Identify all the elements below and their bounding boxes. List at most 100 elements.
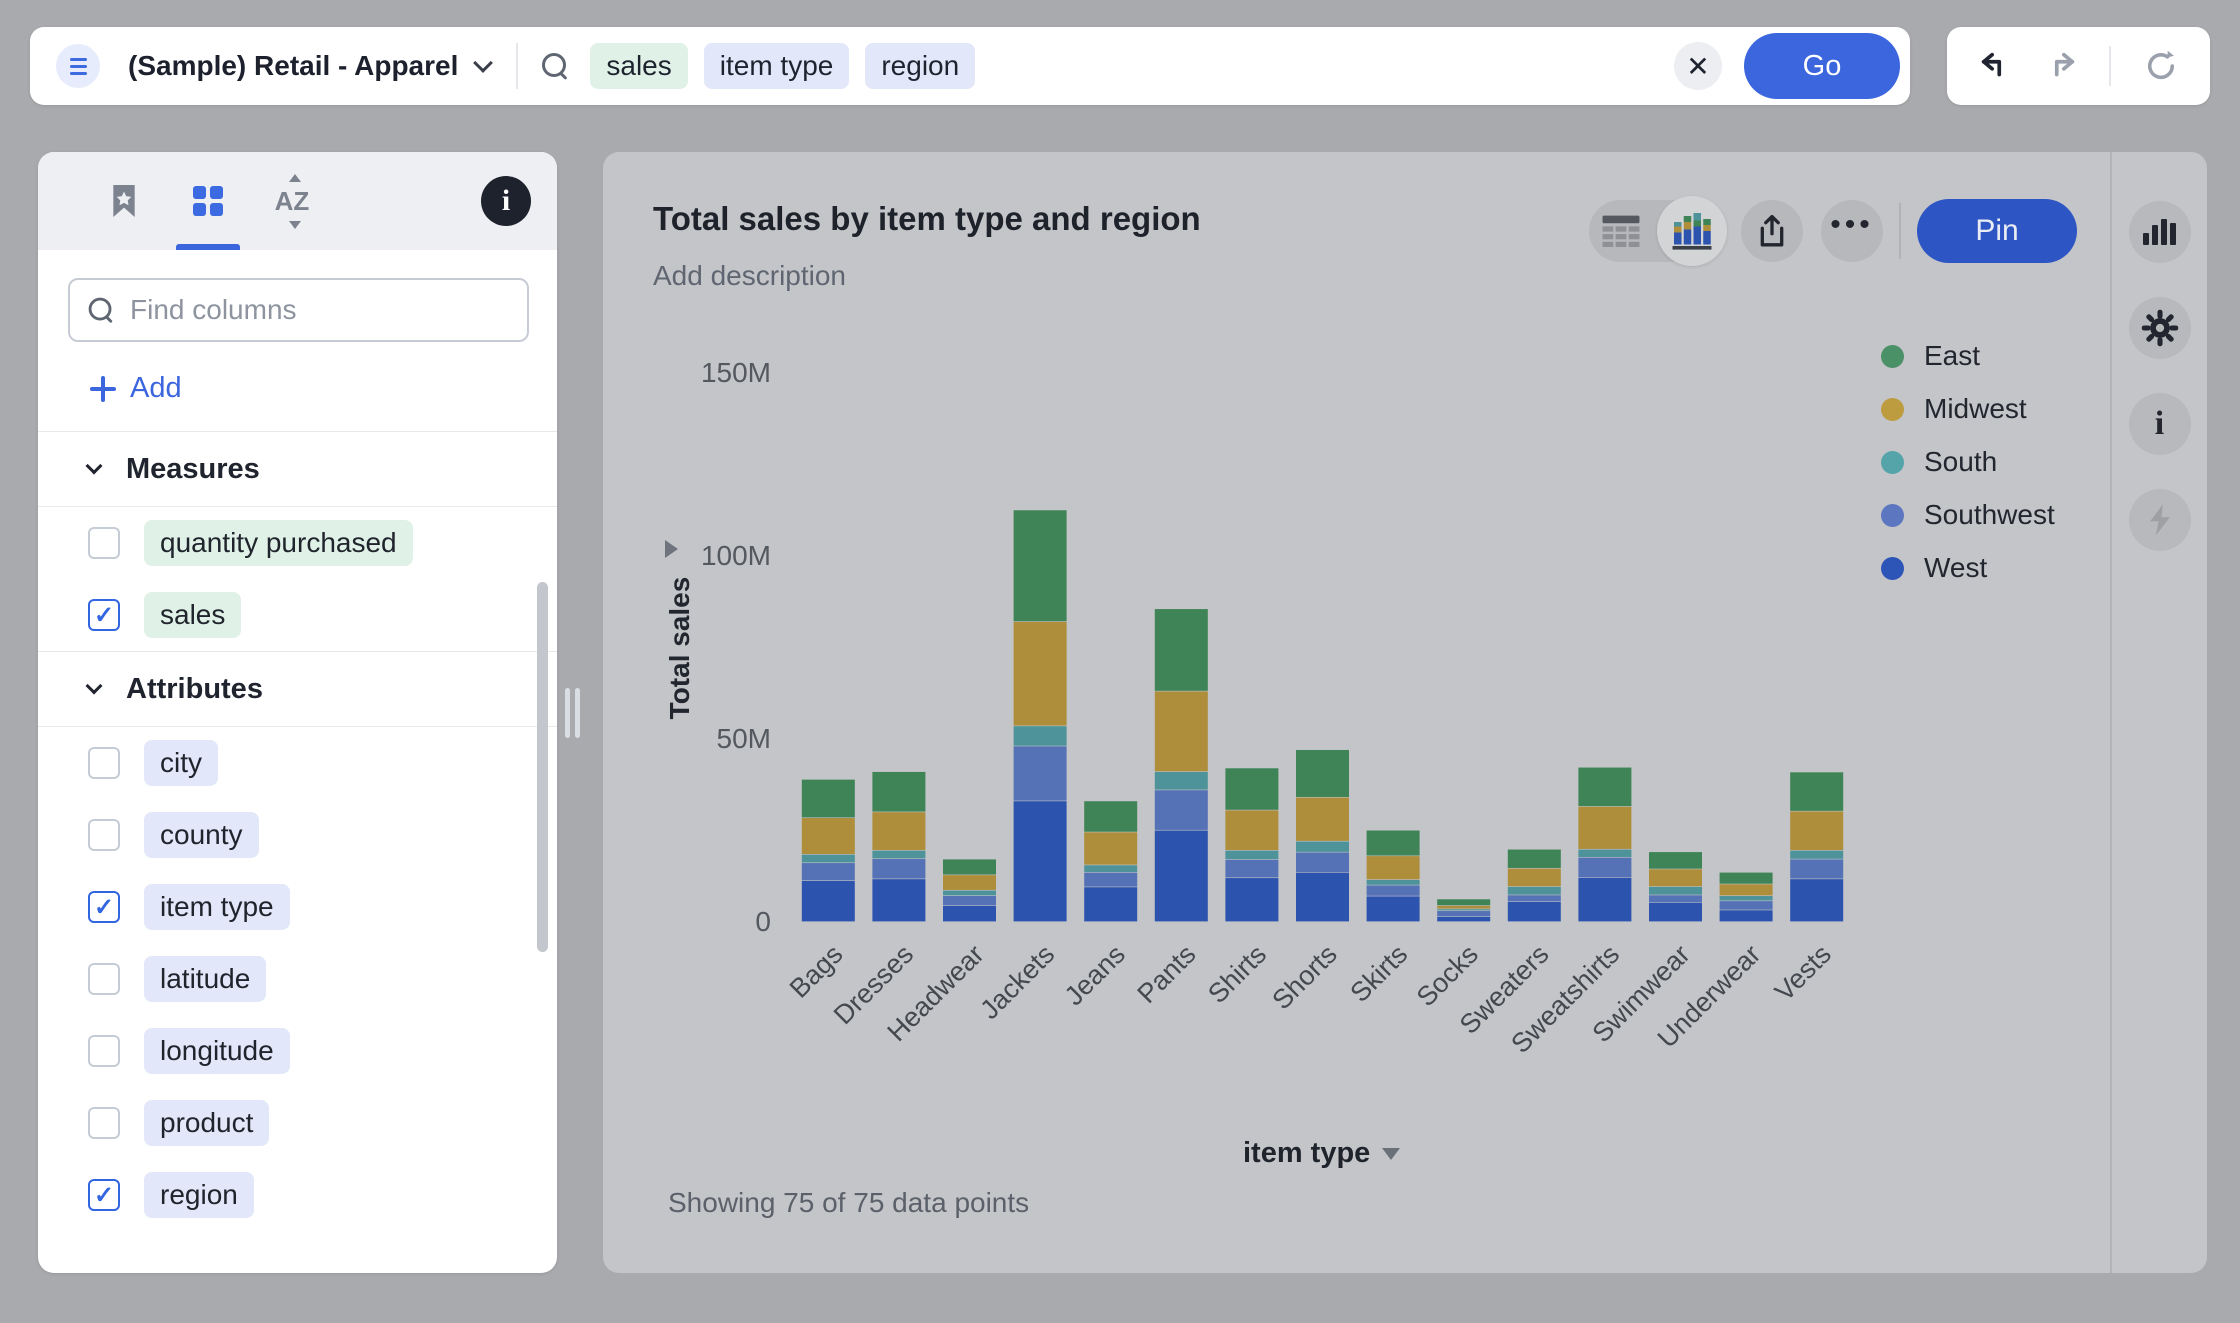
bar-segment-southwest[interactable] <box>801 863 855 881</box>
clear-search-button[interactable]: ✕ <box>1674 42 1722 90</box>
add-column-button[interactable]: Add <box>90 372 557 405</box>
bar-segment-west[interactable] <box>1013 801 1067 922</box>
bar-segment-south[interactable] <box>1649 886 1702 895</box>
bar-segment-southwest[interactable] <box>1366 885 1420 896</box>
bar-segment-west[interactable] <box>1649 902 1702 922</box>
bar-bags[interactable] <box>801 779 855 922</box>
bar-segment-south[interactable] <box>1719 896 1773 901</box>
checkbox-checked[interactable]: ✓ <box>88 1179 120 1211</box>
bar-segment-south[interactable] <box>1013 726 1067 746</box>
bar-sweatshirts[interactable] <box>1578 767 1632 922</box>
x-axis-title[interactable]: item type <box>1243 1137 1401 1170</box>
bar-segment-midwest[interactable] <box>1507 868 1561 887</box>
add-description[interactable]: Add description <box>653 260 846 292</box>
column-pill[interactable]: region <box>144 1172 254 1218</box>
bar-segment-west[interactable] <box>1507 901 1561 922</box>
search-token[interactable]: region <box>865 43 976 89</box>
stacked-bar-chart[interactable]: 050M100M150MBagsDressesHeadwearJacketsJe… <box>613 330 2103 1240</box>
bar-segment-midwest[interactable] <box>1578 806 1632 849</box>
bar-segment-south[interactable] <box>1225 850 1279 860</box>
column-pill[interactable]: quantity purchased <box>144 520 413 566</box>
bar-segment-east[interactable] <box>1225 768 1279 810</box>
bar-segment-southwest[interactable] <box>1719 901 1773 910</box>
column-pill[interactable]: product <box>144 1100 270 1146</box>
sidebar-scrollbar[interactable] <box>537 582 548 952</box>
bar-segment-midwest[interactable] <box>1084 832 1138 865</box>
search-input[interactable]: sales item type region <box>542 27 1674 105</box>
bar-segment-south[interactable] <box>1154 771 1208 790</box>
data-source-selector[interactable]: (Sample) Retail - Apparel <box>128 50 458 82</box>
more-options-icon[interactable]: ••• <box>1821 200 1883 262</box>
bar-jackets[interactable] <box>1013 510 1067 922</box>
bar-segment-south[interactable] <box>1437 909 1491 911</box>
chart-view-icon[interactable] <box>1657 196 1727 266</box>
bar-segment-east[interactable] <box>1507 849 1561 868</box>
bar-segment-east[interactable] <box>801 779 855 818</box>
bar-segment-southwest[interactable] <box>872 859 926 879</box>
column-pill[interactable]: item type <box>144 884 290 930</box>
pin-button[interactable]: Pin <box>1917 199 2077 263</box>
bar-segment-southwest[interactable] <box>1649 895 1702 903</box>
bar-segment-east[interactable] <box>1649 852 1702 869</box>
bar-segment-east[interactable] <box>1790 772 1844 811</box>
chart-type-icon[interactable] <box>2128 201 2191 263</box>
bar-segment-midwest[interactable] <box>1225 810 1279 851</box>
column-pill[interactable]: county <box>144 812 259 858</box>
bar-segment-west[interactable] <box>1437 916 1491 922</box>
bar-segment-south[interactable] <box>801 854 855 863</box>
bar-segment-west[interactable] <box>872 879 926 922</box>
search-token[interactable]: item type <box>703 43 850 89</box>
checkbox-unchecked[interactable]: ✓ <box>88 819 120 851</box>
bar-pants[interactable] <box>1154 609 1208 922</box>
reset-icon[interactable] <box>2143 48 2179 84</box>
bar-segment-west[interactable] <box>943 905 996 922</box>
share-icon[interactable] <box>1741 200 1803 262</box>
bar-segment-south[interactable] <box>1578 849 1632 857</box>
bar-segment-southwest[interactable] <box>1437 911 1491 917</box>
bar-segment-east[interactable] <box>1719 872 1773 884</box>
go-button[interactable]: Go <box>1744 33 1900 99</box>
bar-segment-southwest[interactable] <box>1790 859 1844 879</box>
bar-dresses[interactable] <box>872 771 926 922</box>
bar-vests[interactable] <box>1790 772 1844 922</box>
bar-segment-east[interactable] <box>1084 801 1138 832</box>
panel-info-icon[interactable]: i <box>481 176 531 226</box>
bar-segment-south[interactable] <box>1366 879 1420 885</box>
chevron-down-icon[interactable] <box>473 53 494 73</box>
answer-info-icon[interactable]: i <box>2128 393 2191 455</box>
column-pill[interactable]: sales <box>144 592 242 638</box>
bar-segment-south[interactable] <box>1790 850 1844 859</box>
section-header-attributes[interactable]: Attributes <box>38 652 557 726</box>
data-panel-toggle-icon[interactable] <box>56 44 100 88</box>
tab-sort-az[interactable]: AZ <box>250 152 334 250</box>
bar-headwear[interactable] <box>943 859 996 922</box>
checkbox-unchecked[interactable]: ✓ <box>88 1107 120 1139</box>
column-pill[interactable]: city <box>144 740 218 786</box>
find-columns-input[interactable] <box>130 294 509 326</box>
bar-segment-west[interactable] <box>1225 878 1279 922</box>
checkbox-checked[interactable]: ✓ <box>88 891 120 923</box>
bar-segment-west[interactable] <box>1084 887 1138 922</box>
bar-swimwear[interactable] <box>1649 852 1702 922</box>
bar-segment-east[interactable] <box>943 859 996 875</box>
column-pill[interactable]: latitude <box>144 956 267 1002</box>
undo-icon[interactable] <box>1978 49 2012 83</box>
bar-segment-southwest[interactable] <box>1013 746 1067 801</box>
bar-segment-east[interactable] <box>1154 609 1208 691</box>
table-view-icon[interactable] <box>1601 214 1641 253</box>
redo-icon[interactable] <box>2044 49 2078 83</box>
bar-segment-midwest[interactable] <box>801 818 855 855</box>
search-token[interactable]: sales <box>590 43 688 89</box>
bar-segment-midwest[interactable] <box>943 875 996 890</box>
checkbox-unchecked[interactable]: ✓ <box>88 963 120 995</box>
bar-segment-midwest[interactable] <box>1296 797 1349 841</box>
bar-segment-east[interactable] <box>1578 767 1632 807</box>
bar-segment-south[interactable] <box>943 890 996 896</box>
bar-segment-south[interactable] <box>1084 865 1138 872</box>
bar-segment-southwest[interactable] <box>1154 790 1208 830</box>
bar-segment-southwest[interactable] <box>943 896 996 906</box>
bar-segment-east[interactable] <box>872 771 926 812</box>
checkbox-unchecked[interactable]: ✓ <box>88 1035 120 1067</box>
bar-segment-southwest[interactable] <box>1084 872 1138 887</box>
bar-segment-south[interactable] <box>1507 886 1561 895</box>
